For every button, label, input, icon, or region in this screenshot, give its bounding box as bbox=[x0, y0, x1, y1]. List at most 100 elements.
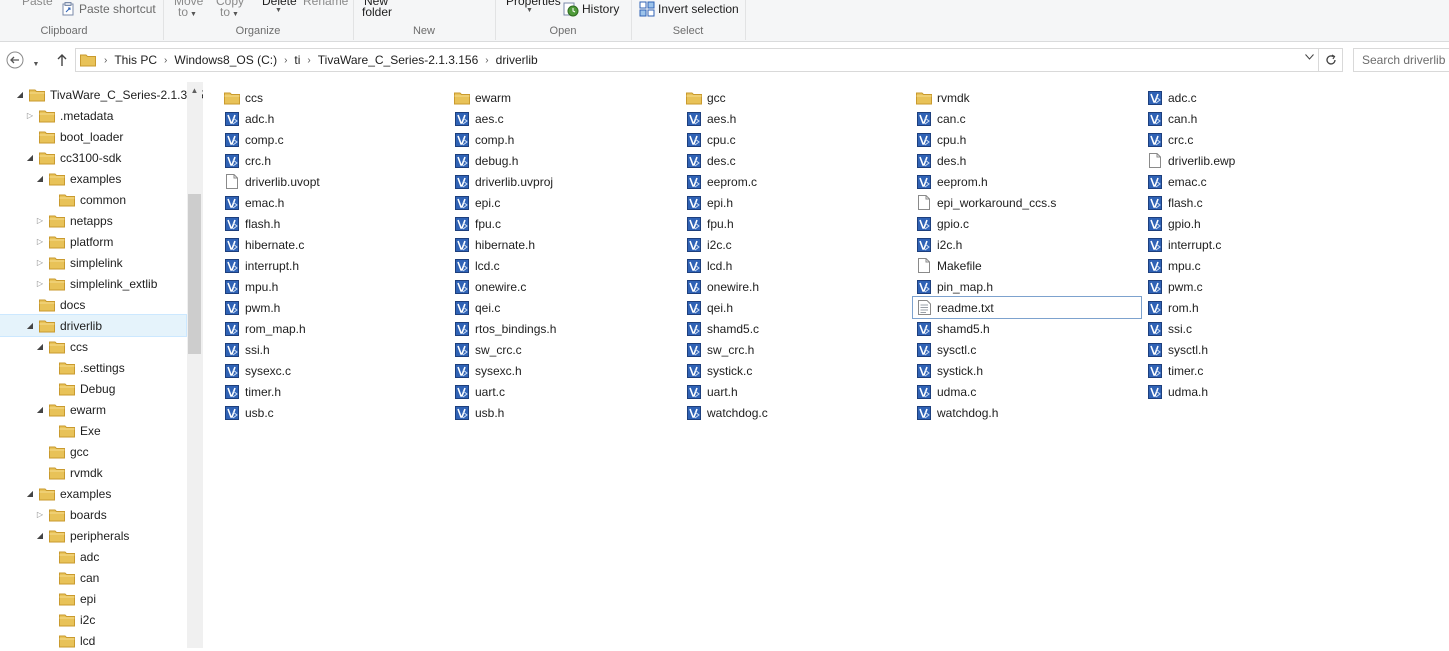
file-item[interactable]: des.c bbox=[683, 150, 911, 171]
file-item[interactable]: timer.c bbox=[1144, 360, 1372, 381]
file-item[interactable]: sw_crc.c bbox=[451, 339, 679, 360]
expanded-arrow-icon[interactable]: ◢ bbox=[35, 342, 45, 351]
file-item[interactable]: eeprom.c bbox=[683, 171, 911, 192]
crumb-tivaware[interactable]: TivaWare_C_Series-2.1.3.156 bbox=[314, 53, 483, 67]
file-item[interactable]: sysexc.c bbox=[221, 360, 449, 381]
tree-item[interactable]: .settings bbox=[45, 357, 125, 378]
file-item[interactable]: ssi.h bbox=[221, 339, 449, 360]
paste-button[interactable]: Paste bbox=[22, 0, 53, 8]
file-item[interactable]: flash.c bbox=[1144, 192, 1372, 213]
tree-item[interactable]: adc bbox=[45, 546, 99, 567]
tree-item[interactable]: ▷ boards bbox=[35, 504, 107, 525]
file-item[interactable]: epi.h bbox=[683, 192, 911, 213]
scroll-up-button[interactable]: ▲ bbox=[187, 82, 202, 99]
tree-item[interactable]: Exe bbox=[45, 420, 101, 441]
file-item[interactable]: aes.c bbox=[451, 108, 679, 129]
invert-selection-button[interactable]: Invert selection bbox=[658, 2, 739, 16]
folder-item[interactable]: ccs bbox=[221, 87, 449, 108]
file-item[interactable]: i2c.c bbox=[683, 234, 911, 255]
collapsed-arrow-icon[interactable]: ▷ bbox=[25, 111, 35, 120]
tree-item[interactable]: epi bbox=[45, 588, 96, 609]
file-item[interactable]: systick.h bbox=[913, 360, 1141, 381]
file-item[interactable]: lcd.h bbox=[683, 255, 911, 276]
file-item[interactable]: crc.h bbox=[221, 150, 449, 171]
file-item[interactable]: epi_workaround_ccs.s bbox=[913, 192, 1141, 213]
paste-shortcut-button[interactable]: Paste shortcut bbox=[79, 2, 156, 16]
tree-item[interactable]: ◢ driverlib bbox=[0, 314, 187, 337]
tree-item[interactable]: rvmdk bbox=[35, 462, 103, 483]
file-item[interactable]: aes.h bbox=[683, 108, 911, 129]
tree-item[interactable]: ◢ TivaWare_C_Series-2.1.3.156 bbox=[15, 84, 211, 105]
file-item[interactable]: rtos_bindings.h bbox=[451, 318, 679, 339]
tree-item[interactable]: ◢ ewarm bbox=[35, 399, 106, 420]
refresh-button[interactable] bbox=[1318, 49, 1342, 71]
file-item[interactable]: can.c bbox=[913, 108, 1141, 129]
file-item[interactable]: crc.c bbox=[1144, 129, 1372, 150]
folder-item[interactable]: rvmdk bbox=[913, 87, 1141, 108]
expanded-arrow-icon[interactable]: ◢ bbox=[15, 90, 25, 99]
tree-item[interactable]: gcc bbox=[35, 441, 89, 462]
tree-item[interactable]: ◢ peripherals bbox=[35, 525, 129, 546]
file-item[interactable]: comp.c bbox=[221, 129, 449, 150]
file-item[interactable]: pin_map.h bbox=[913, 276, 1141, 297]
tree-item[interactable]: i2c bbox=[45, 609, 95, 630]
file-item[interactable]: driverlib.ewp bbox=[1144, 150, 1372, 171]
file-item[interactable]: qei.c bbox=[451, 297, 679, 318]
address-history-dropdown[interactable] bbox=[1305, 54, 1314, 62]
file-item[interactable]: uart.c bbox=[451, 381, 679, 402]
file-item[interactable]: eeprom.h bbox=[913, 171, 1141, 192]
forward-dropdown-button[interactable]: ▼ bbox=[30, 54, 42, 74]
tree-item[interactable]: ▷ simplelink_extlib bbox=[35, 273, 157, 294]
folder-item[interactable]: ewarm bbox=[451, 87, 679, 108]
tree-item[interactable]: Debug bbox=[45, 378, 115, 399]
file-item[interactable]: systick.c bbox=[683, 360, 911, 381]
expanded-arrow-icon[interactable]: ◢ bbox=[35, 174, 45, 183]
file-item[interactable]: mpu.c bbox=[1144, 255, 1372, 276]
properties-button[interactable]: Properties bbox=[506, 0, 561, 8]
tree-item[interactable]: ▷ simplelink bbox=[35, 252, 123, 273]
file-item[interactable]: pwm.h bbox=[221, 297, 449, 318]
file-item[interactable]: usb.c bbox=[221, 402, 449, 423]
tree-item[interactable]: docs bbox=[25, 294, 85, 315]
expanded-arrow-icon[interactable]: ◢ bbox=[25, 153, 35, 162]
file-item[interactable]: driverlib.uvopt bbox=[221, 171, 449, 192]
file-item[interactable]: sysctl.c bbox=[913, 339, 1141, 360]
collapsed-arrow-icon[interactable]: ▷ bbox=[35, 216, 45, 225]
collapsed-arrow-icon[interactable]: ▷ bbox=[35, 279, 45, 288]
rename-button[interactable]: Rename bbox=[303, 0, 348, 8]
address-bar[interactable]: › This PC › Windows8_OS (C:) › ti › Tiva… bbox=[75, 48, 1343, 72]
file-item[interactable]: hibernate.c bbox=[221, 234, 449, 255]
file-item[interactable]: cpu.h bbox=[913, 129, 1141, 150]
file-item[interactable]: sysctl.h bbox=[1144, 339, 1372, 360]
expanded-arrow-icon[interactable]: ◢ bbox=[25, 489, 35, 498]
folder-item[interactable]: gcc bbox=[683, 87, 911, 108]
scroll-thumb[interactable] bbox=[188, 194, 201, 354]
tree-item[interactable]: ◢ cc3100-sdk bbox=[25, 147, 121, 168]
crumb-ti[interactable]: ti bbox=[290, 53, 304, 67]
crumb-windows8-os[interactable]: Windows8_OS (C:) bbox=[170, 53, 281, 67]
file-item[interactable]: pwm.c bbox=[1144, 276, 1372, 297]
file-item[interactable]: fpu.h bbox=[683, 213, 911, 234]
file-item[interactable]: cpu.c bbox=[683, 129, 911, 150]
file-item[interactable]: rom_map.h bbox=[221, 318, 449, 339]
collapsed-arrow-icon[interactable]: ▷ bbox=[35, 510, 45, 519]
file-item[interactable]: sysexc.h bbox=[451, 360, 679, 381]
file-item[interactable]: des.h bbox=[913, 150, 1141, 171]
tree-item[interactable]: ◢ ccs bbox=[35, 336, 88, 357]
crumb-driverlib[interactable]: driverlib bbox=[492, 53, 542, 67]
collapsed-arrow-icon[interactable]: ▷ bbox=[35, 237, 45, 246]
file-item[interactable]: hibernate.h bbox=[451, 234, 679, 255]
search-input[interactable] bbox=[1353, 48, 1449, 72]
file-item[interactable]: qei.h bbox=[683, 297, 911, 318]
file-item[interactable]: watchdog.c bbox=[683, 402, 911, 423]
file-item[interactable]: comp.h bbox=[451, 129, 679, 150]
file-item[interactable]: ssi.c bbox=[1144, 318, 1372, 339]
file-item[interactable]: gpio.c bbox=[913, 213, 1141, 234]
file-item[interactable]: mpu.h bbox=[221, 276, 449, 297]
file-item[interactable]: adc.c bbox=[1144, 87, 1372, 108]
expanded-arrow-icon[interactable]: ◢ bbox=[35, 405, 45, 414]
file-item[interactable]: udma.h bbox=[1144, 381, 1372, 402]
file-item[interactable]: sw_crc.h bbox=[683, 339, 911, 360]
file-item[interactable]: shamd5.h bbox=[913, 318, 1141, 339]
tree-item[interactable]: boot_loader bbox=[25, 126, 123, 147]
